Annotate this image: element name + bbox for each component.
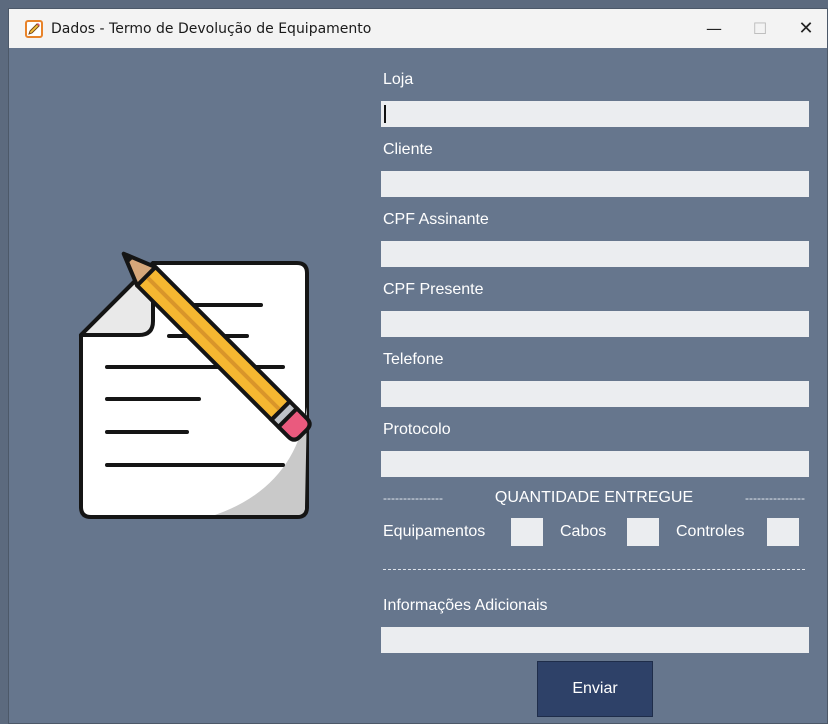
cabos-quantity-input[interactable] xyxy=(627,518,659,546)
heading-dashes-left: --------------- xyxy=(383,491,443,505)
cpf-assinante-input[interactable] xyxy=(381,241,809,267)
cliente-input[interactable] xyxy=(381,171,809,197)
quantity-section-title: QUANTIDADE ENTREGUE xyxy=(494,489,694,506)
heading-dashes-right: --------------- xyxy=(745,491,805,505)
field-label-telefone: Telefone xyxy=(383,351,444,368)
field-label-informacoes: Informações Adicionais xyxy=(383,597,548,614)
title-bar[interactable]: Dados - Termo de Devolução de Equipament… xyxy=(9,9,827,48)
qty-label-cabos: Cabos xyxy=(560,523,607,540)
equipamentos-quantity-input[interactable] xyxy=(511,518,543,546)
maximize-button[interactable]: ☐ xyxy=(737,9,783,48)
protocolo-input[interactable] xyxy=(381,451,809,477)
informacoes-adicionais-input[interactable] xyxy=(381,627,809,653)
document-with-pencil-icon xyxy=(75,237,355,542)
minimize-button[interactable]: — xyxy=(691,9,737,48)
controles-quantity-input[interactable] xyxy=(767,518,799,546)
field-label-cpf-assinante: CPF Assinante xyxy=(383,211,489,228)
submit-button[interactable]: Enviar xyxy=(537,661,653,717)
app-window: Dados - Termo de Devolução de Equipament… xyxy=(8,8,828,724)
field-label-cliente: Cliente xyxy=(383,141,433,158)
field-label-cpf-presente: CPF Presente xyxy=(383,281,484,298)
cpf-presente-input[interactable] xyxy=(381,311,809,337)
section-divider xyxy=(383,569,805,570)
qty-label-equipamentos: Equipamentos xyxy=(383,523,486,540)
close-button[interactable]: ✕ xyxy=(783,9,827,48)
field-label-protocolo: Protocolo xyxy=(383,421,451,438)
window-title: Dados - Termo de Devolução de Equipament… xyxy=(51,20,372,37)
text-caret xyxy=(384,105,386,123)
telefone-input[interactable] xyxy=(381,381,809,407)
field-label-loja: Loja xyxy=(383,71,414,88)
edit-document-icon xyxy=(25,19,43,38)
qty-label-controles: Controles xyxy=(676,523,745,540)
quantity-section-heading: --------------- QUANTIDADE ENTREGUE ----… xyxy=(383,489,805,507)
loja-input[interactable] xyxy=(381,101,809,127)
